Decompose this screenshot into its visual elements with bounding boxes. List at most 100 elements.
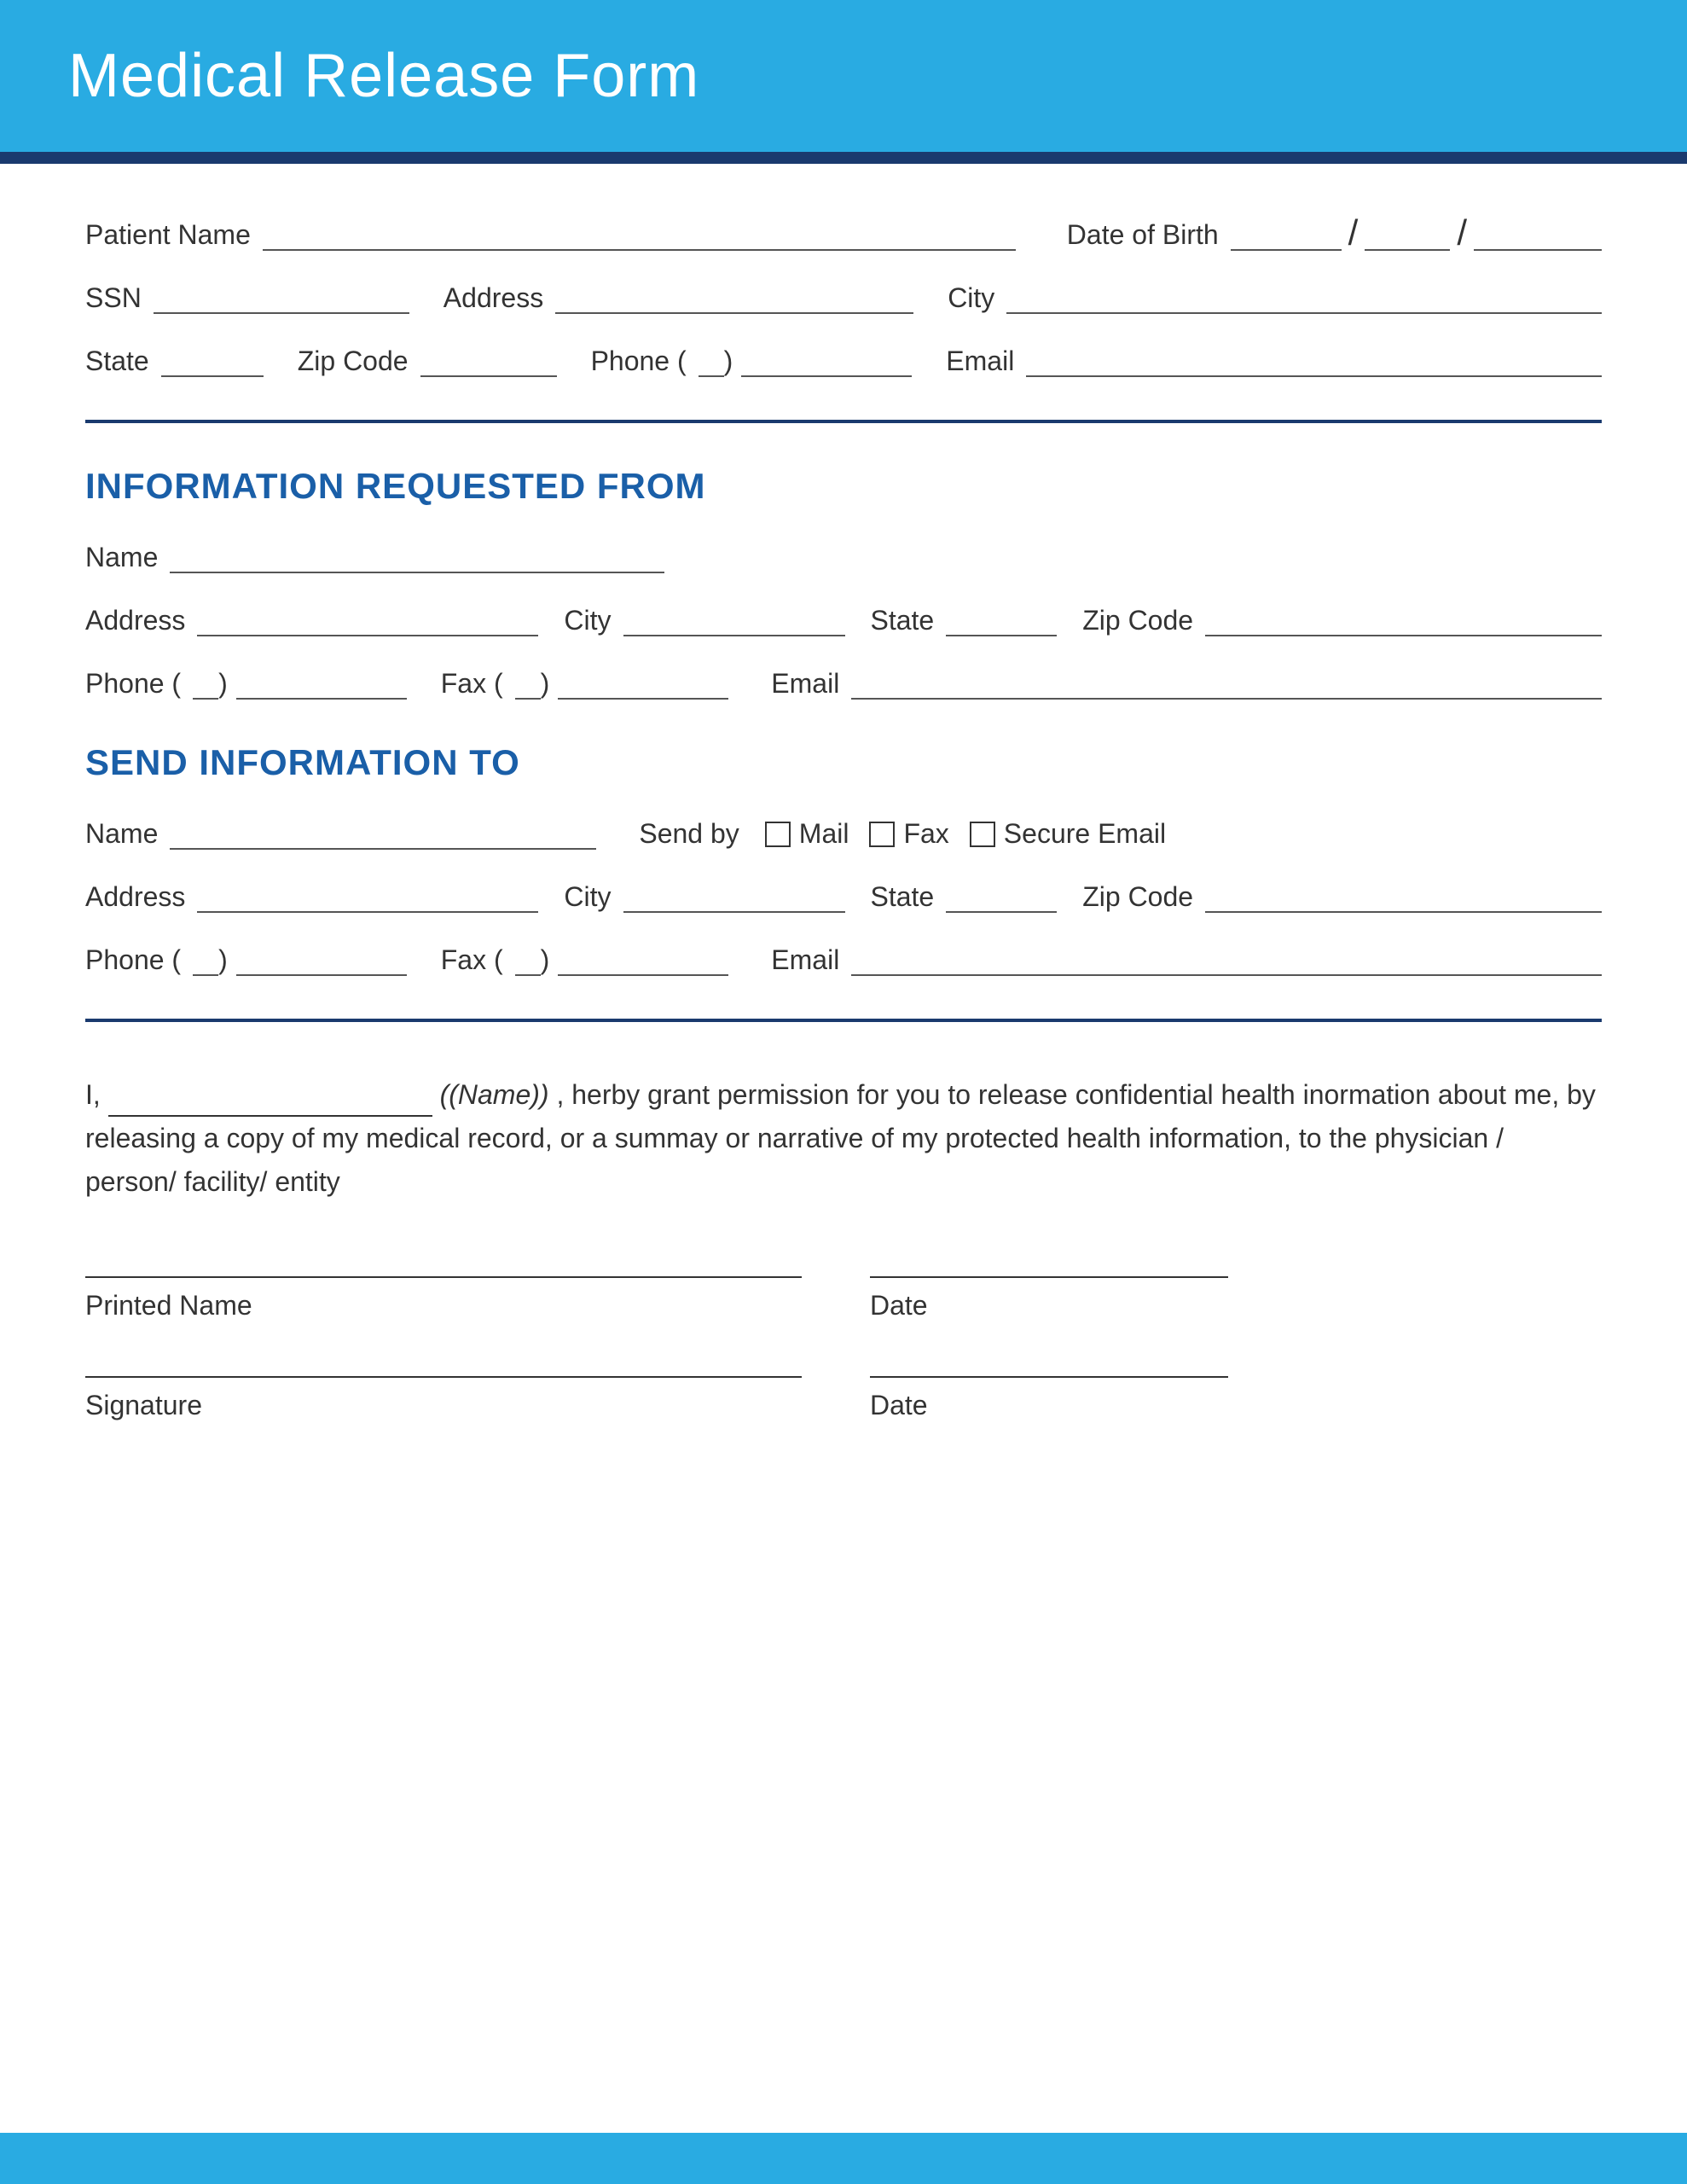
send-email-field[interactable]	[851, 944, 1602, 976]
send-city-field[interactable]	[623, 880, 845, 913]
send-phone-row: Phone ( ) Fax ( ) Email	[85, 944, 1602, 976]
patient-name-group: Patient Name	[85, 218, 1016, 251]
info-phone-label: Phone (	[85, 668, 181, 700]
info-fax-number[interactable]	[558, 667, 728, 700]
signature-line[interactable]	[85, 1373, 802, 1378]
info-city-field[interactable]	[623, 604, 845, 636]
printed-name-row: Printed Name Date	[85, 1273, 1602, 1321]
date-2-group: Date	[870, 1373, 1228, 1421]
patient-row-3: State Zip Code Phone ( ) Email	[85, 345, 1602, 377]
secure-email-checkbox[interactable]	[970, 822, 995, 847]
state-label: State	[85, 346, 149, 377]
ssn-label: SSN	[85, 282, 142, 314]
info-address-field[interactable]	[197, 604, 538, 636]
send-phone-number[interactable]	[236, 944, 407, 976]
send-name-field[interactable]	[170, 817, 596, 850]
date-2-label: Date	[870, 1390, 1228, 1421]
send-by-label: Send by	[639, 818, 739, 850]
fax-option[interactable]: Fax	[869, 818, 948, 850]
info-email-field[interactable]	[851, 667, 1602, 700]
fax-checkbox-label: Fax	[903, 818, 948, 850]
info-address-label: Address	[85, 605, 185, 636]
mail-checkbox[interactable]	[765, 822, 791, 847]
send-state-field[interactable]	[946, 880, 1057, 913]
dob-year-field[interactable]	[1474, 218, 1602, 251]
send-address-row: Address City State Zip Code	[85, 880, 1602, 913]
send-by-options: Mail Fax Secure Email	[765, 818, 1166, 850]
send-address-label: Address	[85, 881, 185, 913]
patient-row-2: SSN Address City	[85, 282, 1602, 314]
printed-name-group: Printed Name	[85, 1273, 802, 1321]
info-phone-area[interactable]	[193, 667, 218, 700]
send-name-row: Name Send by Mail Fax Secure Email	[85, 817, 1602, 850]
info-zip-label: Zip Code	[1082, 605, 1193, 636]
signature-section: Printed Name Date Signature Date	[85, 1273, 1602, 1421]
mail-label: Mail	[799, 818, 849, 850]
divider-1	[85, 420, 1602, 423]
signature-group: Signature	[85, 1373, 802, 1421]
info-name-field[interactable]	[170, 541, 664, 573]
send-info-section: SEND INFORMATION TO Name Send by Mail Fa…	[85, 742, 1602, 976]
fax-checkbox[interactable]	[869, 822, 895, 847]
header-section: Medical Release Form	[0, 0, 1687, 152]
info-fax-close: )	[541, 668, 550, 700]
divider-2	[85, 1019, 1602, 1022]
secure-email-label: Secure Email	[1004, 818, 1166, 850]
phone-area-field[interactable]	[699, 345, 724, 377]
date-1-group: Date	[870, 1273, 1228, 1321]
auth-name-field[interactable]	[108, 1086, 432, 1117]
info-requested-heading: INFORMATION REQUESTED FROM	[85, 466, 1602, 507]
address-field[interactable]	[555, 282, 913, 314]
send-address-field[interactable]	[197, 880, 538, 913]
send-fax-number[interactable]	[558, 944, 728, 976]
zip-field[interactable]	[420, 345, 557, 377]
info-zip-field[interactable]	[1205, 604, 1602, 636]
info-fax-area[interactable]	[515, 667, 541, 700]
signature-row: Signature Date	[85, 1373, 1602, 1421]
send-zip-field[interactable]	[1205, 880, 1602, 913]
info-name-label: Name	[85, 542, 158, 573]
send-zip-label: Zip Code	[1082, 881, 1193, 913]
date-1-line[interactable]	[870, 1273, 1228, 1278]
send-email-label: Email	[771, 944, 839, 976]
send-fax-label: Fax (	[441, 944, 503, 976]
auth-paragraph: I, ((Name)) , herby grant permission for…	[85, 1073, 1602, 1205]
main-content: Patient Name Date of Birth / / SSN Addre…	[0, 164, 1687, 2133]
dob-slash-1: /	[1348, 215, 1359, 251]
dob-month-field[interactable]	[1231, 218, 1342, 251]
mail-option[interactable]: Mail	[765, 818, 849, 850]
auth-text-before: I,	[85, 1079, 101, 1110]
page-title: Medical Release Form	[68, 41, 1619, 111]
send-name-label: Name	[85, 818, 158, 850]
state-field[interactable]	[161, 345, 264, 377]
ssn-field[interactable]	[154, 282, 409, 314]
info-phone-number[interactable]	[236, 667, 407, 700]
patient-info-section: Patient Name Date of Birth / / SSN Addre…	[85, 215, 1602, 377]
info-fax-label: Fax (	[441, 668, 503, 700]
city-label: City	[948, 282, 994, 314]
phone-number-field[interactable]	[741, 345, 912, 377]
info-state-field[interactable]	[946, 604, 1057, 636]
dob-label: Date of Birth	[1067, 219, 1219, 251]
date-2-line[interactable]	[870, 1373, 1228, 1378]
secure-email-option[interactable]: Secure Email	[970, 818, 1166, 850]
patient-row-1: Patient Name Date of Birth / /	[85, 215, 1602, 251]
city-field[interactable]	[1006, 282, 1602, 314]
dob-slash-2: /	[1457, 215, 1467, 251]
send-fax-area[interactable]	[515, 944, 541, 976]
send-fax-close: )	[541, 944, 550, 976]
email-field[interactable]	[1026, 345, 1602, 377]
date-1-label: Date	[870, 1290, 1228, 1321]
printed-name-line[interactable]	[85, 1273, 802, 1278]
send-info-heading: SEND INFORMATION TO	[85, 742, 1602, 783]
dob-group: Date of Birth / /	[1067, 215, 1602, 251]
dob-day-field[interactable]	[1365, 218, 1450, 251]
info-address-row: Address City State Zip Code	[85, 604, 1602, 636]
send-phone-area[interactable]	[193, 944, 218, 976]
send-phone-close: )	[218, 944, 228, 976]
phone-label: Phone (	[591, 346, 687, 377]
patient-name-field[interactable]	[263, 218, 1016, 251]
zip-label: Zip Code	[298, 346, 409, 377]
footer-bar	[0, 2133, 1687, 2184]
printed-name-label: Printed Name	[85, 1290, 802, 1321]
